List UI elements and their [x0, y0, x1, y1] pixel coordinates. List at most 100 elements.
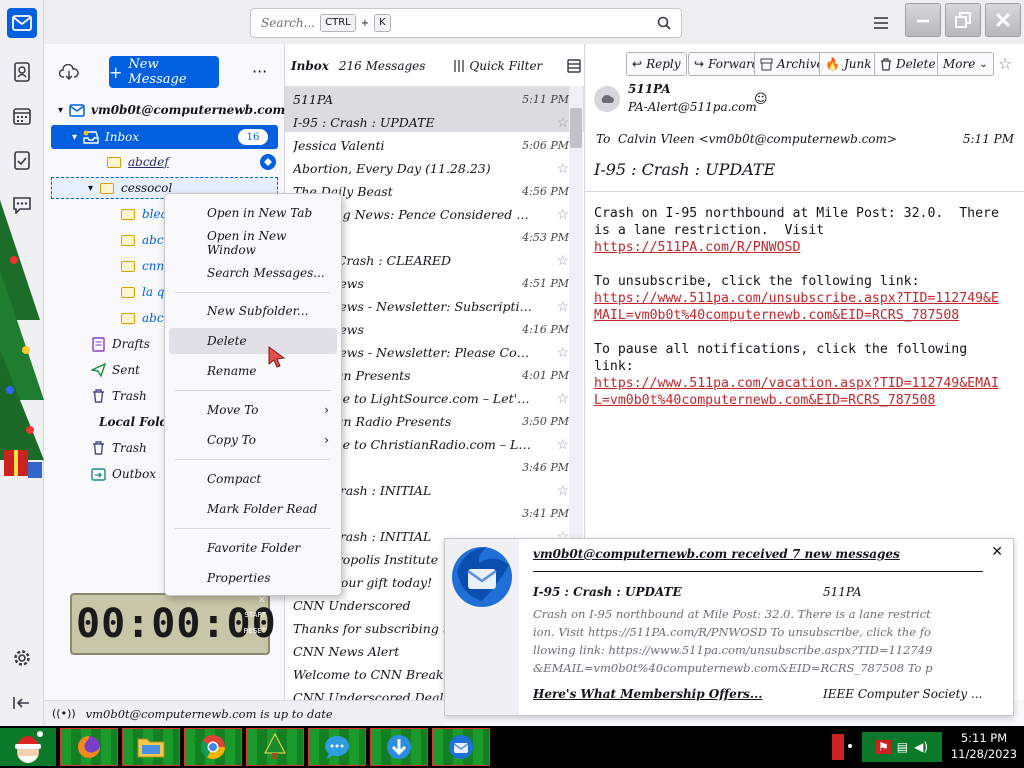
notification-next-subject: Here's What Membership Offers... [533, 687, 763, 701]
menu-rename[interactable]: Rename [169, 358, 337, 384]
file-explorer-taskbar-button[interactable] [122, 728, 180, 766]
calendar-button[interactable] [7, 101, 37, 131]
notification-sender: 511PA [823, 585, 862, 599]
folder-trash[interactable]: Trash [90, 385, 147, 407]
star-icon[interactable]: ☆ [556, 483, 569, 499]
chrome-taskbar-button[interactable] [184, 728, 242, 766]
search-icon [657, 16, 671, 30]
menu-open-new-tab[interactable]: Open in New Tab [169, 200, 337, 226]
star-icon[interactable]: ☆ [556, 437, 569, 453]
folder-icon [120, 259, 136, 273]
message-subject-row[interactable]: I-95 : Crash : UPDATE ☆ [293, 111, 569, 134]
body-link[interactable]: https://511PA.com/R/PNWOSD [594, 240, 800, 255]
menu-search-messages[interactable]: Search Messages... [169, 260, 337, 286]
minimize-button[interactable] [905, 3, 941, 37]
folder-laq[interactable]: la q [120, 281, 165, 303]
message-date: 5:11 PM [962, 132, 1014, 146]
account-row[interactable]: ▾ vm0b0t@computernewb.com [58, 99, 285, 121]
timer-close-icon[interactable]: ✕ [258, 595, 266, 606]
more-label: More [943, 57, 976, 71]
delete-button[interactable]: Delete [874, 52, 942, 76]
christmas-tree-taskbar-button[interactable] [246, 728, 304, 766]
quick-filter-button[interactable]: Quick Filter [453, 59, 542, 73]
restore-button[interactable] [945, 3, 981, 37]
menu-open-new-window[interactable]: Open in New Window [169, 229, 337, 257]
menu-properties[interactable]: Properties [169, 565, 337, 591]
chevron-down-icon: ▾ [58, 104, 64, 116]
start-button[interactable] [0, 728, 56, 766]
tasks-button[interactable] [7, 145, 37, 175]
to-value[interactable]: Calvin Vleen <vm0b0t@computernewb.com> [618, 132, 897, 146]
menu-favorite-folder[interactable]: Favorite Folder [169, 535, 337, 561]
more-button[interactable]: More ⌄ [937, 52, 994, 76]
display-options-icon[interactable] [567, 59, 581, 73]
timer-start-button[interactable]: START [244, 611, 266, 619]
system-clock[interactable]: 5:11 PM 11/28/2023 [944, 730, 1024, 762]
firefox-taskbar-button[interactable] [60, 728, 118, 766]
message-date: 3:50 PM [522, 415, 569, 428]
menu-new-subfolder[interactable]: New Subfolder... [169, 298, 337, 324]
message-date: 4:53 PM [522, 231, 569, 244]
menu-move-to[interactable]: Move To › [169, 397, 337, 423]
star-icon[interactable]: ☆ [556, 207, 569, 223]
menu-compact[interactable]: Compact [169, 466, 337, 492]
unread-badge: 16 [238, 129, 268, 145]
star-icon[interactable]: ☆ [556, 345, 569, 361]
close-window-button[interactable] [985, 3, 1021, 37]
folder-label: Trash [112, 389, 147, 403]
online-status-icon[interactable]: ((•)) [52, 707, 76, 720]
mail-space-button[interactable] [7, 8, 37, 38]
reply-icon: ↩ [632, 57, 643, 71]
calendar-icon [13, 108, 31, 125]
message-subject-row[interactable]: Abortion, Every Day (11.28.23) ☆ [293, 157, 569, 180]
message-subject: Welcome to CNN Breaking [293, 667, 464, 682]
send-icon [90, 363, 106, 377]
vacation-link[interactable]: https://www.511pa.com/vacation.aspx?TID=… [594, 376, 999, 408]
star-icon[interactable]: ☆ [556, 161, 569, 177]
star-icon[interactable]: ☆ [556, 115, 569, 131]
new-mail-notification[interactable]: vm0b0t@computernewb.com received 7 new m… [444, 538, 1014, 716]
from-email[interactable]: PA-Alert@511pa.com [628, 100, 757, 114]
menu-mark-folder-read[interactable]: Mark Folder Read [169, 496, 337, 522]
folder-abc[interactable]: abc [120, 229, 164, 251]
folder-local-trash[interactable]: Trash [90, 437, 147, 459]
reply-button[interactable]: ↩ Reply [626, 52, 687, 76]
menu-delete[interactable]: Delete [169, 328, 337, 354]
folder-label: la q [142, 285, 165, 299]
system-tray[interactable]: ⚑ ▤ ◀) [862, 732, 942, 762]
message-date: 4:01 PM [522, 369, 569, 382]
star-icon[interactable]: ☆ [556, 299, 569, 315]
contact-icon[interactable]: ☺ [754, 92, 768, 107]
settings-button[interactable] [7, 643, 37, 673]
get-messages-button[interactable] [58, 62, 80, 82]
from-name[interactable]: 511PA [628, 82, 671, 96]
junk-button[interactable]: 🔥 Junk [819, 52, 878, 76]
global-search-box[interactable]: Search... CTRL + K [250, 8, 682, 38]
star-icon[interactable]: ☆ [556, 253, 569, 269]
folder-inbox[interactable]: ▾ Inbox 16 [51, 125, 278, 149]
taskbar: ⚑ ▤ ◀) 5:11 PM 11/28/2023 [0, 726, 1024, 768]
folder-pane-menu-button[interactable]: ··· [252, 62, 267, 81]
folder-drafts[interactable]: Drafts [90, 333, 150, 355]
new-message-button[interactable]: + New Message [109, 56, 219, 88]
menu-label: New Subfolder... [207, 304, 309, 318]
download-taskbar-button[interactable] [370, 728, 428, 766]
star-icon[interactable]: ☆ [556, 391, 569, 407]
address-book-button[interactable] [7, 57, 37, 87]
folder-sent[interactable]: Sent [90, 359, 140, 381]
folder-cnn[interactable]: cnn [120, 255, 164, 277]
message-sender-row[interactable]: 511PA 5:11 PM [293, 88, 569, 111]
folder-outbox[interactable]: Outbox [90, 463, 156, 485]
timer-reset-button[interactable]: RESET [244, 627, 266, 635]
thunderbird-taskbar-button[interactable] [432, 728, 490, 766]
folder-abcdef[interactable]: abcdef [106, 151, 276, 173]
message-sender-row[interactable]: Jessica Valenti 5:06 PM [293, 134, 569, 157]
unsubscribe-link[interactable]: https://www.511pa.com/unsubscribe.aspx?T… [594, 291, 999, 323]
collapse-spaces-button[interactable] [7, 688, 37, 718]
clock-time: 5:11 PM [960, 731, 1008, 745]
star-icon[interactable]: ☆ [998, 54, 1012, 73]
app-menu-button[interactable] [870, 13, 892, 33]
menu-copy-to[interactable]: Copy To › [169, 427, 337, 453]
notification-close-icon[interactable]: ✕ [991, 544, 1003, 560]
chat-taskbar-button[interactable] [308, 728, 366, 766]
